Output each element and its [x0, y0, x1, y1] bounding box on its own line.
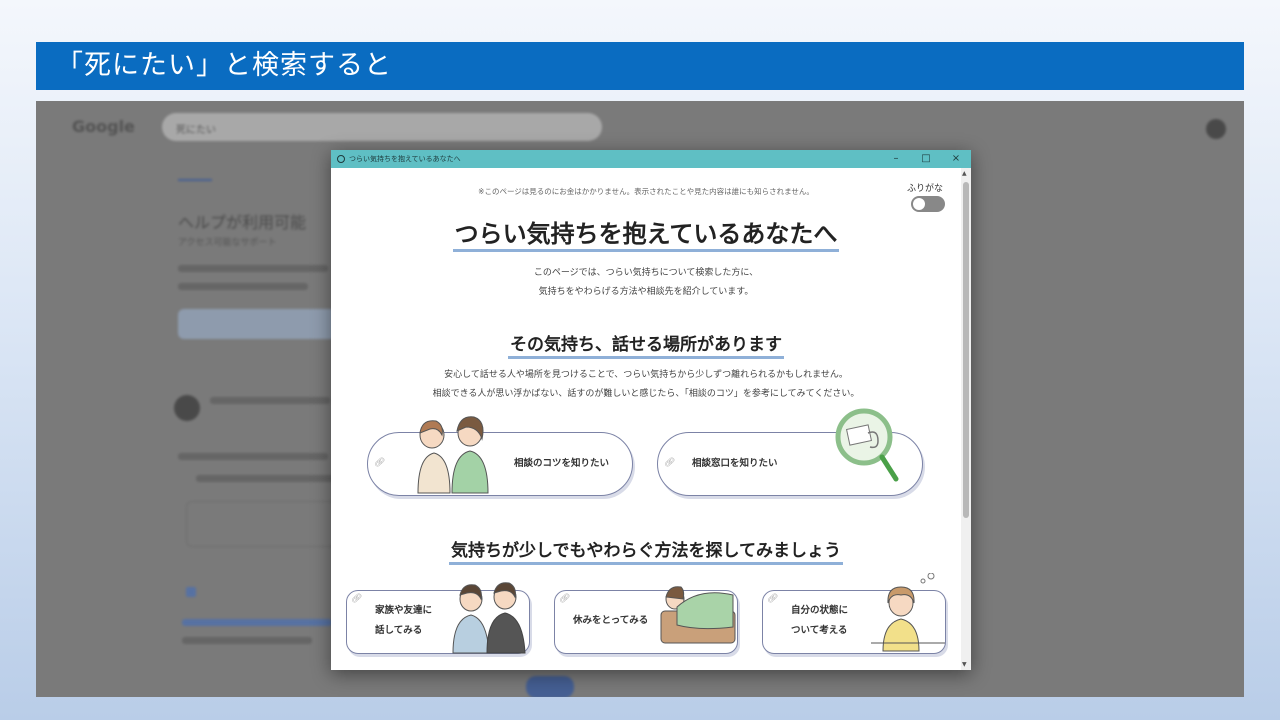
card-label: ついて考える	[791, 625, 848, 636]
thinking-person-illustration	[871, 573, 945, 652]
card-label: 家族や友達に	[375, 605, 433, 616]
link-icon: 🔗︎	[351, 594, 363, 604]
app-icon	[337, 155, 345, 163]
window-titlebar[interactable]: つらい気持ちを抱えているあなたへ – □ ×	[331, 150, 971, 168]
result-avatar	[174, 395, 200, 421]
consult-tips-label: 相談のコツを知りたい	[514, 458, 610, 469]
blurred-text-line	[210, 397, 330, 404]
consult-window-button[interactable]: 🔗︎ 相談窓口を知りたい	[657, 408, 923, 496]
section1-heading: その気持ち、話せる場所があります	[331, 330, 961, 359]
section1-desc-line: 相談できる人が思い浮かばない、話すのが難しいと感じたら、「相談のコツ」を参考にし…	[432, 389, 860, 399]
help-headline: ヘルプが利用可能	[178, 213, 307, 232]
blurred-bullet	[186, 587, 196, 597]
furigana-toggle[interactable]	[911, 196, 945, 212]
google-search-bar[interactable]	[162, 113, 602, 141]
section1-description: 安心して話せる人や場所を見つけることで、つらい気持ちから少しずつ離れられるかもし…	[331, 366, 961, 404]
blurred-blue-button[interactable]	[526, 676, 574, 697]
section1-desc-line: 安心して話せる人や場所を見つけることで、つらい気持ちから少しずつ離れられるかもし…	[444, 370, 848, 380]
close-button[interactable]: ×	[941, 150, 971, 168]
link-icon: 🔗︎	[767, 594, 779, 604]
section2-heading-text: 気持ちが少しでもやわらぐ方法を探してみましょう	[449, 541, 843, 565]
maximize-button[interactable]: □	[911, 150, 941, 168]
window-content: ※このページは見るのにお金はかかりません。表示されたことや見た内容は誰にも知らさ…	[331, 168, 961, 670]
scroll-up-icon[interactable]: ▲	[962, 170, 967, 177]
support-window: つらい気持ちを抱えているあなたへ – □ × ※このページは見るのにお金はかかり…	[331, 150, 971, 670]
blurred-text-line	[178, 453, 328, 460]
scroll-thumb[interactable]	[963, 182, 969, 518]
resting-in-bed-illustration	[660, 586, 736, 644]
slide-title: 「死にたい」と検索すると	[36, 42, 1244, 90]
blurred-call-button[interactable]	[178, 309, 338, 339]
scroll-down-icon[interactable]: ▼	[962, 661, 967, 668]
blurred-info-box	[186, 501, 346, 547]
page-heading-text: つらい気持ちを抱えているあなたへ	[452, 220, 840, 252]
blurred-text-line	[182, 637, 312, 644]
window-title: つらい気持ちを抱えているあなたへ	[349, 155, 461, 163]
blurred-link-line[interactable]	[182, 619, 332, 626]
card-label: 自分の状態に	[791, 605, 849, 616]
two-people-talking-illustration	[452, 582, 526, 654]
intro-text: このページでは、つらい気持ちについて検索した方に、 気持ちをやわらげる方法や相談…	[331, 264, 961, 302]
take-rest-card[interactable]: 🔗︎ 休みをとってみる	[554, 586, 738, 654]
intro-line: このページでは、つらい気持ちについて検索した方に、	[533, 268, 759, 278]
account-avatar[interactable]	[1206, 119, 1226, 139]
think-about-state-card[interactable]: 🔗︎ 自分の状態に ついて考える	[762, 573, 946, 654]
page-heading: つらい気持ちを抱えているあなたへ	[331, 214, 961, 252]
card-label: 話してみる	[375, 625, 423, 636]
section2-heading: 気持ちが少しでもやわらぐ方法を探してみましょう	[331, 536, 961, 565]
blurred-text-line	[178, 265, 328, 272]
active-tab-indicator	[178, 179, 212, 181]
vertical-scrollbar[interactable]: ▲ ▼	[961, 168, 971, 670]
talk-to-family-card[interactable]: 🔗︎ 家族や友達に 話してみる	[346, 582, 530, 654]
toggle-knob	[913, 198, 925, 210]
consult-tips-button[interactable]: 🔗︎ 相談のコツを知りたい	[367, 416, 633, 496]
google-search-text: 死にたい	[176, 125, 216, 136]
google-logo: Google	[72, 117, 135, 136]
blurred-text-line	[178, 283, 308, 290]
minimize-button[interactable]: –	[881, 150, 911, 168]
consult-window-label: 相談窓口を知りたい	[692, 458, 778, 469]
link-icon: 🔗︎	[374, 458, 386, 468]
card-label: 休みをとってみる	[573, 615, 649, 626]
link-icon: 🔗︎	[559, 594, 571, 604]
magnifier-illustration	[835, 408, 899, 482]
furigana-label: ふりがな	[907, 184, 944, 194]
link-icon: 🔗︎	[664, 458, 676, 468]
two-people-illustration	[417, 416, 489, 494]
help-subline: アクセス可能なサポート	[178, 238, 277, 248]
blurred-text-line	[196, 475, 336, 482]
section1-heading-text: その気持ち、話せる場所があります	[508, 335, 784, 359]
privacy-notice: ※このページは見るのにお金はかかりません。表示されたことや見た内容は誰にも知らさ…	[478, 187, 814, 196]
intro-line: 気持ちをやわらげる方法や相談先を紹介しています。	[538, 287, 754, 297]
window-controls: – □ ×	[881, 150, 971, 168]
